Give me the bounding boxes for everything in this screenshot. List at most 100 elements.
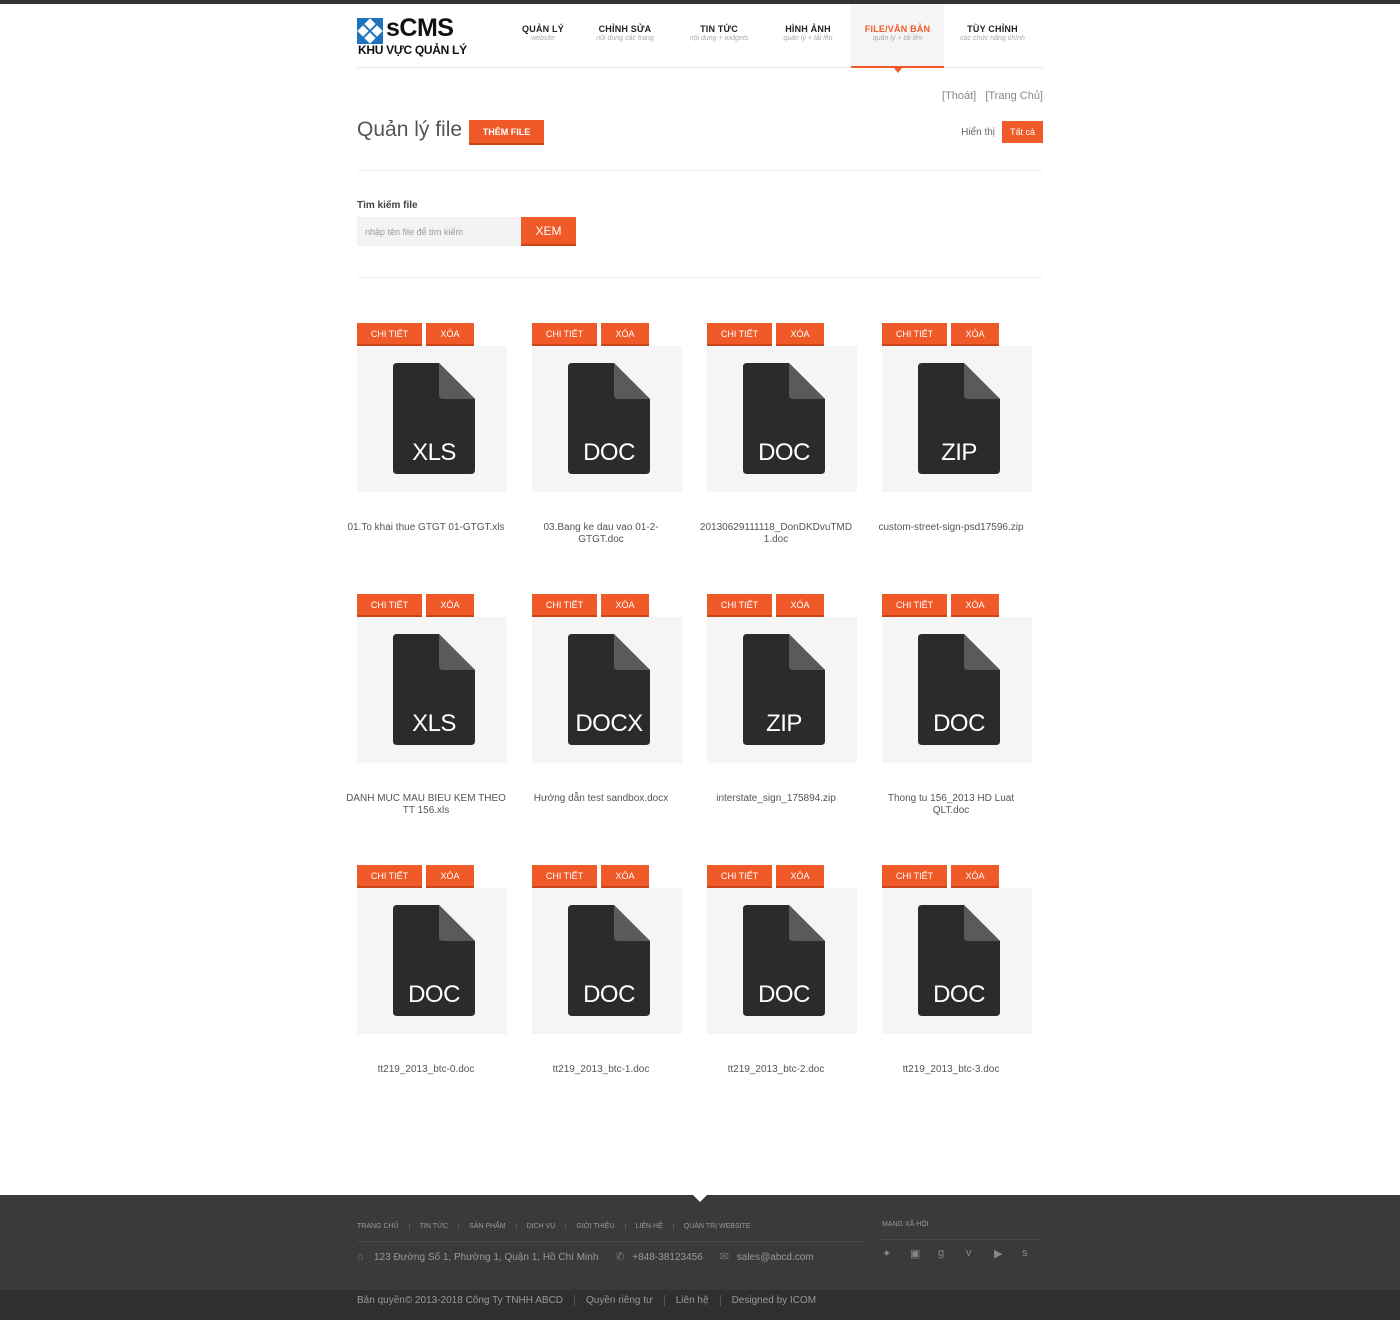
file-name[interactable]: tt219_2013_btc-1.doc [521,1064,681,1076]
privacy-link[interactable]: Quyền riêng tư [574,1295,664,1306]
detail-button[interactable]: CHI TIẾT [532,323,597,346]
footer-link[interactable]: LIÊN HỆ [624,1223,673,1230]
home-link[interactable]: [Trang Chủ] [985,90,1043,102]
logo-brand: sCMS [386,14,454,42]
facebook-icon[interactable]: ▣ [910,1247,938,1260]
file-thumbnail[interactable]: DOC [882,617,1032,763]
file-thumbnail[interactable]: DOC [707,888,857,1034]
vimeo-icon[interactable]: v [966,1247,994,1260]
file-thumbnail[interactable]: ZIP [882,346,1032,492]
detail-button[interactable]: CHI TIẾT [882,594,947,617]
file-name[interactable]: interstate_sign_175894.zip [696,793,856,805]
detail-button[interactable]: CHI TIẾT [532,865,597,888]
file-icon: DOC [393,905,475,1016]
file-name[interactable]: DANH MUC MAU BIEU KEM THEO TT 156.xls [346,793,506,817]
file-name[interactable]: custom-street-sign-psd17596.zip [871,522,1031,534]
file-extension: XLS [412,439,456,466]
logout-link[interactable]: [Thoát] [942,90,976,102]
file-name[interactable]: 20130629111118_DonDKDvuTMD 1.doc [696,522,856,546]
file-thumbnail[interactable]: DOC [532,888,682,1034]
footer-link[interactable]: SẢN PHẨM [458,1223,516,1230]
add-file-button[interactable]: THÊM FILE [469,120,544,145]
file-name[interactable]: tt219_2013_btc-3.doc [871,1064,1031,1076]
social-title: MẠNG XÃ HỘI [882,1221,929,1228]
nav-item-tuy-chinh[interactable]: TÙY CHỈNH các chức năng chính [944,4,1041,68]
delete-button[interactable]: XÓA [951,865,999,888]
file-thumbnail[interactable]: ZIP [707,617,857,763]
file-name[interactable]: Hướng dẫn test sandbox.docx [521,793,681,805]
search-button[interactable]: XEM [521,217,576,246]
file-name[interactable]: tt219_2013_btc-0.doc [346,1064,506,1076]
file-extension: ZIP [766,710,802,737]
file-thumbnail[interactable]: DOC [532,346,682,492]
social-links: ✦ ▣ g v ▶ s [882,1247,1050,1260]
file-thumbnail[interactable]: XLS [357,617,507,763]
detail-button[interactable]: CHI TIẾT [532,594,597,617]
copyright-bar: Bản quyền© 2013-2018 Công Ty TNHH ABCD Q… [0,1290,1400,1320]
file-extension: DOCX [575,710,643,737]
file-name[interactable]: 01.To khai thue GTGT 01-GTGT.xls [346,522,506,534]
file-thumbnail[interactable]: DOC [882,888,1032,1034]
footer-divider [357,1241,862,1242]
file-thumbnail[interactable]: DOCX [532,617,682,763]
twitter-icon[interactable]: ✦ [882,1247,910,1260]
delete-button[interactable]: XÓA [426,865,474,888]
delete-button[interactable]: XÓA [601,594,649,617]
file-actions: CHI TIẾT XÓA [357,323,474,346]
file-thumbnail[interactable]: DOC [357,888,507,1034]
search-input[interactable] [357,217,521,246]
delete-button[interactable]: XÓA [601,323,649,346]
delete-button[interactable]: XÓA [776,323,824,346]
detail-button[interactable]: CHI TIẾT [357,865,422,888]
detail-button[interactable]: CHI TIẾT [357,323,422,346]
show-filter-select[interactable]: Tất cả [1002,121,1043,143]
footer-link[interactable]: TIN TỨC [408,1223,458,1230]
detail-button[interactable]: CHI TIẾT [707,323,772,346]
file-icon: DOC [568,363,650,474]
delete-button[interactable]: XÓA [776,594,824,617]
detail-button[interactable]: CHI TIẾT [707,594,772,617]
delete-button[interactable]: XÓA [426,594,474,617]
footer-link[interactable]: DỊCH VỤ [515,1223,566,1230]
delete-button[interactable]: XÓA [951,594,999,617]
phone-icon: ✆ [615,1251,625,1263]
nav-subtitle: các chức năng chính [960,35,1025,42]
nav-title: HÌNH ẢNH [785,24,831,34]
youtube-icon[interactable]: ▶ [994,1247,1022,1260]
file-name[interactable]: Thong tu 156_2013 HD Luat QLT.doc [871,793,1031,817]
nav-item-file-van-ban[interactable]: FILE/VĂN BẢN quản lý + tải lên [851,4,944,73]
contact-link[interactable]: Liên hệ [663,1295,720,1306]
file-card: CHI TIẾT XÓA DOC tt219_2013_btc-2.doc [696,865,871,1120]
nav-item-hinh-anh[interactable]: HÌNH ẢNH quản lý + tải lên [772,4,844,68]
delete-button[interactable]: XÓA [601,865,649,888]
delete-button[interactable]: XÓA [426,323,474,346]
google-plus-icon[interactable]: g [938,1247,966,1260]
detail-button[interactable]: CHI TIẾT [882,865,947,888]
file-grid: CHI TIẾT XÓA XLS 01.To khai thue GTGT 01-GT… [346,323,1046,1103]
file-icon: ZIP [743,634,825,745]
nav-subtitle: nội dung + widgets [689,35,749,42]
detail-button[interactable]: CHI TIẾT [707,865,772,888]
footer-link[interactable]: QUẢN TRỊ WEBSITE [672,1223,761,1230]
show-filter-label: Hiển thị [961,127,995,138]
skype-icon[interactable]: s [1022,1247,1050,1260]
file-thumbnail[interactable]: XLS [357,346,507,492]
file-name[interactable]: tt219_2013_btc-2.doc [696,1064,856,1076]
email: ✉ sales@abcd.com [720,1252,814,1264]
footer-link[interactable]: TRANG CHỦ [357,1223,409,1230]
footer-link[interactable]: GIỚI THIỆU [565,1223,624,1230]
logo[interactable]: sCMS KHU VỰC QUẢN LÝ [357,14,467,58]
file-extension: XLS [412,710,456,737]
search-label: Tìm kiếm file [357,200,418,211]
file-name[interactable]: 03.Bang ke dau vao 01-2-GTGT.doc [521,522,681,546]
file-card: CHI TIẾT XÓA ZIP custom-street-sign-psd1759… [871,323,1046,578]
delete-button[interactable]: XÓA [951,323,999,346]
file-thumbnail[interactable]: DOC [707,346,857,492]
detail-button[interactable]: CHI TIẾT [357,594,422,617]
delete-button[interactable]: XÓA [776,865,824,888]
email-link[interactable]: sales@abcd.com [737,1252,814,1263]
nav-item-quan-ly[interactable]: QUẢN LÝ website [502,4,584,68]
detail-button[interactable]: CHI TIẾT [882,323,947,346]
nav-item-chinh-sua[interactable]: CHỈNH SỬA nội dung các trang [584,4,666,68]
nav-item-tin-tuc[interactable]: TIN TỨC nội dung + widgets [666,4,772,68]
